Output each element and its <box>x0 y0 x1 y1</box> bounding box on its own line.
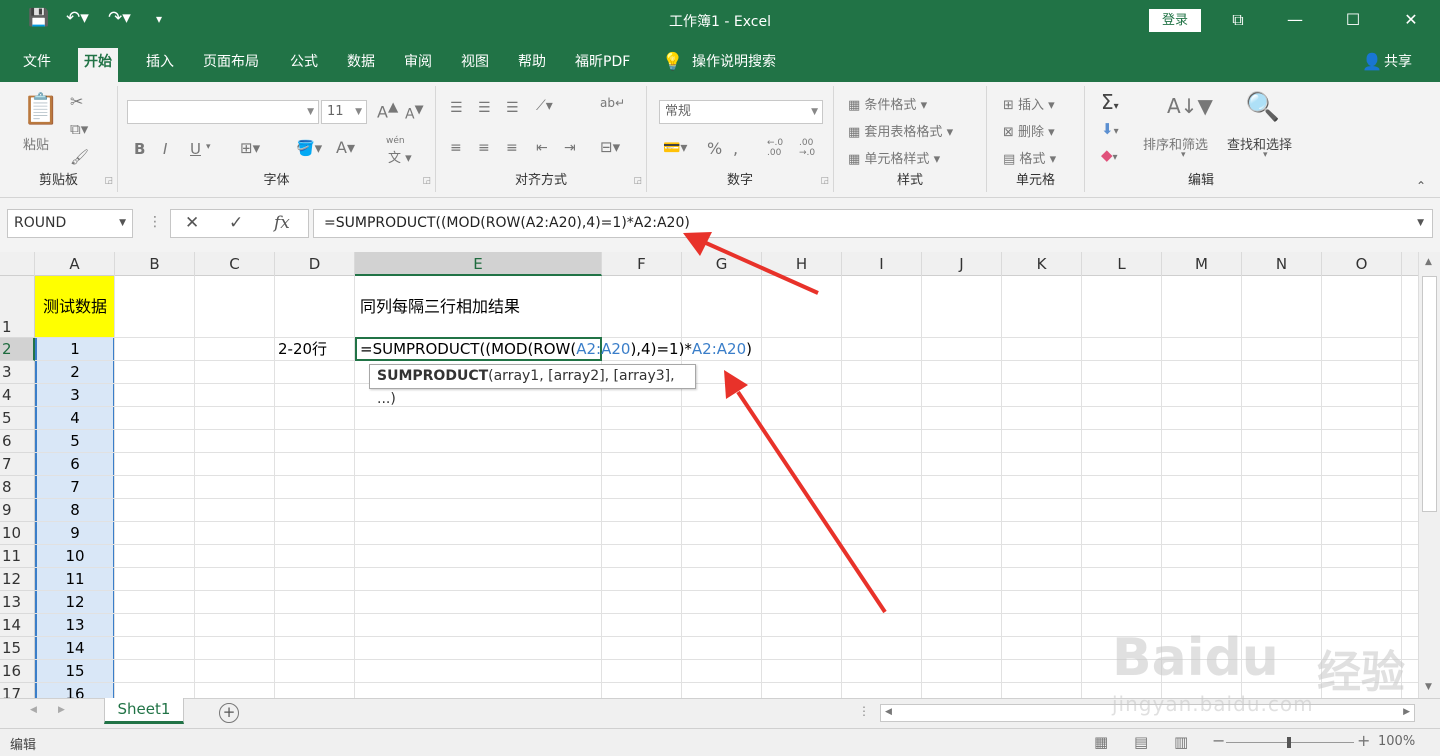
prev-sheet-icon[interactable]: ◀ <box>30 705 37 715</box>
next-sheet-icon[interactable]: ▶ <box>58 705 65 715</box>
zoom-slider-thumb[interactable] <box>1287 737 1291 748</box>
zoom-level[interactable]: 100% <box>1378 734 1415 749</box>
scroll-up-icon[interactable]: ▲ <box>1425 257 1432 267</box>
status-bar: 编辑 ▦ ▤ ▥ − + 100% <box>0 728 1440 756</box>
tab-split-icon[interactable]: ⋮ <box>858 704 870 718</box>
normal-view-icon[interactable]: ▦ <box>1094 733 1108 751</box>
watermark-url: jingyan.baidu.com <box>1112 692 1314 716</box>
watermark-brand-cn: 经验 <box>1317 647 1405 698</box>
page-break-view-icon[interactable]: ▥ <box>1174 733 1188 751</box>
zoom-in-icon[interactable]: + <box>1357 731 1370 750</box>
arrow-to-formula-bar <box>683 232 819 295</box>
sheet-tab-sheet1[interactable]: Sheet1 <box>104 698 184 724</box>
scroll-left-icon[interactable]: ◀ <box>885 707 892 717</box>
page-layout-view-icon[interactable]: ▤ <box>1134 733 1148 751</box>
zoom-out-icon[interactable]: − <box>1212 731 1225 750</box>
arrow-to-cell-formula <box>724 370 887 614</box>
add-sheet-icon[interactable]: + <box>219 703 239 723</box>
watermark-brand: Baidu <box>1112 628 1279 688</box>
status-mode: 编辑 <box>10 738 37 753</box>
baidu-watermark: Baidu 经验 jingyan.baidu.com <box>1112 628 1432 720</box>
vertical-scroll-thumb[interactable] <box>1422 276 1437 512</box>
